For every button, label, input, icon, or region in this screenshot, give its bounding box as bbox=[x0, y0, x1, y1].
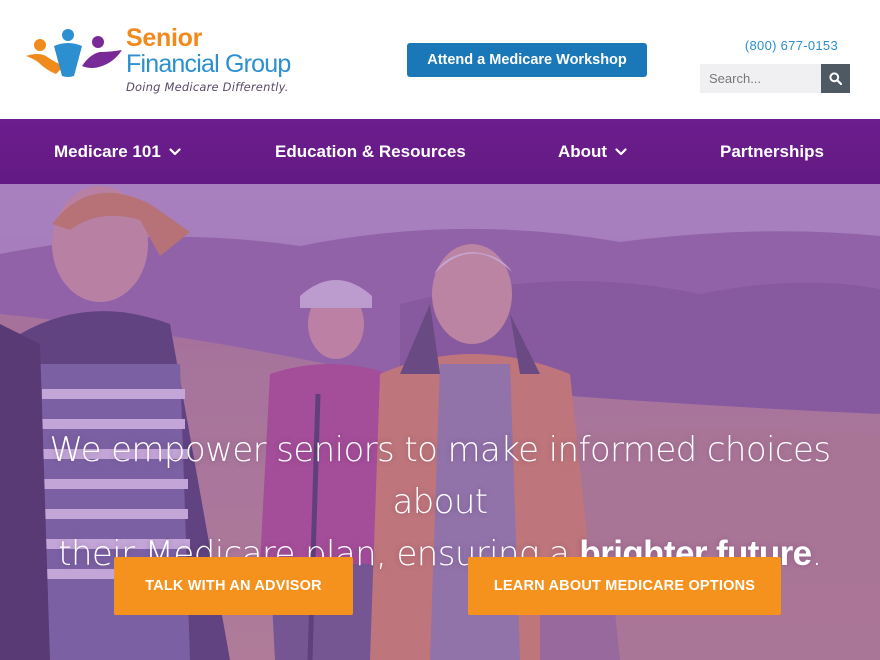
people-logo-icon bbox=[26, 29, 122, 77]
logo-tagline: Doing Medicare Differently. bbox=[126, 80, 289, 94]
search-button[interactable] bbox=[821, 64, 850, 93]
attend-workshop-button[interactable]: Attend a Medicare Workshop bbox=[407, 43, 647, 77]
chevron-down-icon bbox=[615, 147, 627, 156]
nav-item-label: Medicare 101 bbox=[54, 141, 161, 161]
nav-item-partnerships[interactable]: Partnerships bbox=[720, 119, 824, 184]
nav-item-label: About bbox=[558, 141, 608, 161]
nav-item-education-resources[interactable]: Education & Resources bbox=[275, 119, 466, 184]
logo-text-financial-group: Financial Group bbox=[126, 50, 291, 78]
hero-headline-line1: We empower seniors to make informed choi… bbox=[49, 430, 832, 522]
magnifier-icon bbox=[829, 72, 842, 85]
main-nav: Medicare 101 Education & Resources About… bbox=[0, 119, 880, 184]
talk-with-advisor-button[interactable]: TALK WITH AN ADVISOR bbox=[114, 557, 353, 615]
nav-item-label: Education & Resources bbox=[275, 141, 466, 161]
nav-item-medicare-101[interactable]: Medicare 101 bbox=[54, 119, 181, 184]
learn-medicare-options-button[interactable]: LEARN ABOUT MEDICARE OPTIONS bbox=[468, 557, 781, 615]
phone-link[interactable]: (800) 677-0153 bbox=[700, 38, 838, 53]
nav-item-about[interactable]: About bbox=[558, 119, 627, 184]
site-logo[interactable]: Senior Financial Group Doing Medicare Di… bbox=[24, 24, 314, 99]
site-header: Senior Financial Group Doing Medicare Di… bbox=[0, 0, 880, 119]
chevron-down-icon bbox=[169, 147, 181, 156]
logo-text-senior: Senior bbox=[126, 24, 202, 52]
hero-section: We empower seniors to make informed choi… bbox=[0, 184, 880, 660]
hero-headline-line2-end: . bbox=[811, 534, 823, 574]
nav-item-label: Partnerships bbox=[720, 141, 824, 161]
search-input[interactable] bbox=[700, 64, 821, 93]
